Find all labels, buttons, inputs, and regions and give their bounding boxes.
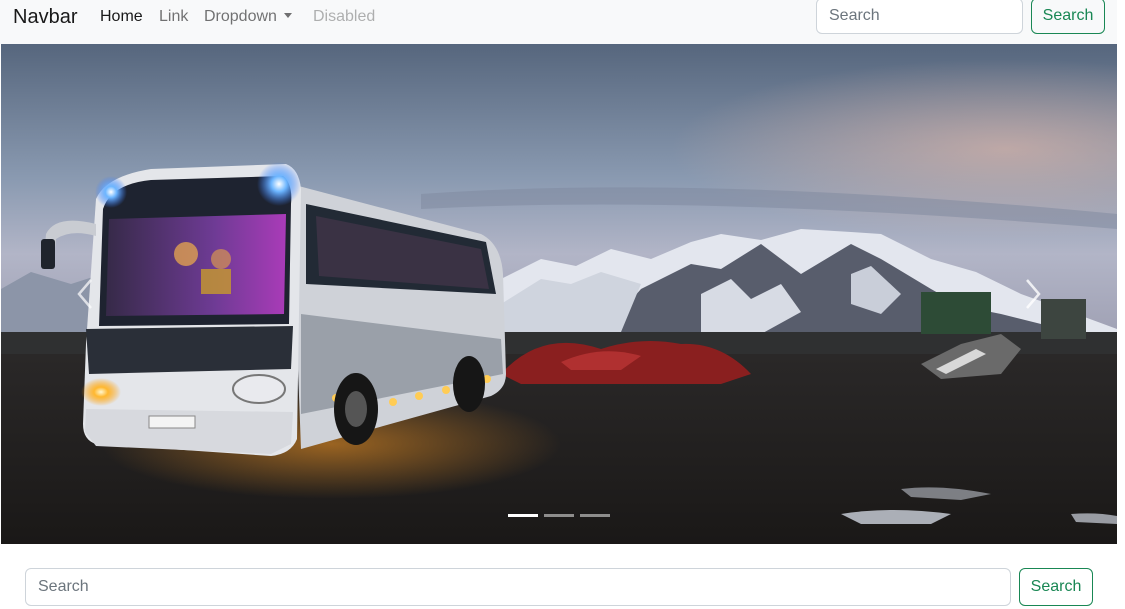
navbar-search-button[interactable]: Search [1031,0,1105,34]
chevron-right-icon[interactable] [1013,270,1053,318]
carousel-slide-image [1,44,1117,544]
nav-link-disabled: Disabled [313,8,376,25]
image-carousel [1,44,1117,544]
carousel-indicator-2[interactable] [544,514,574,517]
chevron-left-icon[interactable] [65,270,105,318]
nav-dropdown-label: Dropdown [204,8,277,25]
caret-down-icon [283,13,292,18]
navbar-brand[interactable]: Navbar [13,5,77,29]
nav-dropdown-toggle[interactable]: Dropdown [204,7,292,27]
navbar: Navbar Home Link Dropdown Disabled Searc… [0,0,1117,44]
nav-link-link[interactable]: Link [159,7,188,27]
navbar-search-input[interactable] [816,0,1023,34]
carousel-indicator-3[interactable] [580,514,610,517]
carousel-indicators [1,513,1117,523]
nav-link-home[interactable]: Home [100,7,143,27]
carousel-indicator-1[interactable] [508,514,538,517]
page-search-button[interactable]: Search [1019,568,1093,606]
page-search-input[interactable] [25,568,1011,606]
